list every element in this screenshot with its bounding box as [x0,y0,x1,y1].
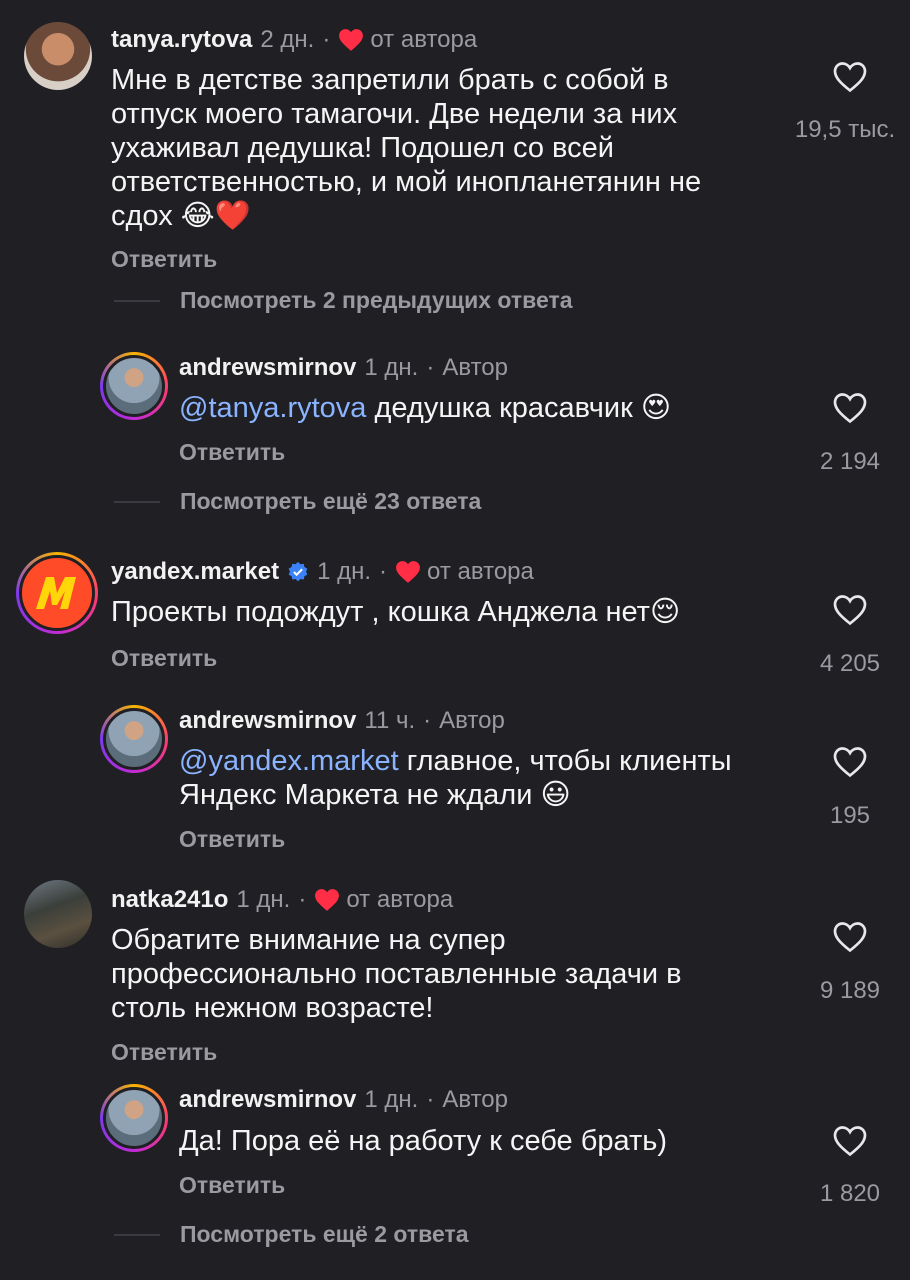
heart-outline-icon[interactable] [832,920,868,954]
comment-meta: yandex.market 1 дн. · от автора [111,558,534,586]
author-like-tag: от автора [346,886,454,913]
comment-body: дедушка красавчик 😍 [366,392,672,424]
reply-button[interactable]: Ответить [111,246,217,273]
like-control[interactable] [810,920,890,959]
comment-text: Обратите внимание на супер профессиональ… [111,924,682,1024]
divider-line [114,500,160,503]
verified-badge-icon [288,561,308,582]
comment-text: Да! Пора её на работу к себе брать) [179,1125,668,1157]
avatar-andrewsmirnov[interactable] [100,352,168,420]
timestamp: 1 дн. [236,886,291,913]
view-replies-label[interactable]: Посмотреть ещё 23 ответа [180,488,481,515]
like-count: 19,5 тыс. [794,116,896,143]
username[interactable]: andrewsmirnov [179,1086,356,1114]
view-replies-button[interactable]: Посмотреть ещё 2 ответа [114,1221,469,1248]
heart-filled-icon [396,561,420,583]
avatar-andrewsmirnov[interactable] [100,1084,168,1152]
separator: · [379,558,388,585]
like-count: 4 205 [819,650,881,677]
username[interactable]: natka241o [111,886,228,914]
heart-outline-icon[interactable] [832,60,868,94]
avatar-yandex-market[interactable] [16,552,98,634]
heart-filled-icon [339,29,364,51]
avatar-natka[interactable] [24,880,92,948]
username[interactable]: tanya.rytova [111,26,252,54]
author-like-tag: от автора [427,558,534,585]
mention-link[interactable]: @yandex.market [179,745,399,777]
separator: · [322,26,331,53]
timestamp: 1 дн. [317,558,372,585]
divider-line [114,299,160,302]
view-replies-label[interactable]: Посмотреть ещё 2 ответа [180,1221,469,1248]
username[interactable]: andrewsmirnov [179,707,356,735]
author-tag: Автор [442,354,508,381]
like-count: 1 820 [819,1180,881,1207]
like-count-wrap: 2 194 [810,448,890,476]
avatar-tanya[interactable] [24,22,92,90]
like-count-wrap: 1 820 [810,1180,890,1208]
username[interactable]: yandex.market [111,558,279,586]
like-control[interactable] [810,391,890,430]
avatar-andrewsmirnov[interactable] [100,705,168,773]
like-control[interactable] [810,593,890,632]
reply-button[interactable]: Ответить [179,1172,285,1199]
divider-line [114,1233,160,1236]
reply-button[interactable]: Ответить [111,645,217,672]
separator: · [423,707,432,734]
like-count: 2 194 [819,448,881,475]
like-count-wrap: 195 [810,802,890,830]
like-count-wrap: 4 205 [810,650,890,678]
like-count-wrap: 19,5 тыс. [780,116,910,144]
comment-text: @yandex.market главное, чтобы клиенты Ян… [179,744,779,812]
timestamp: 1 дн. [364,354,419,381]
separator: · [426,1086,435,1113]
heart-outline-icon[interactable] [832,1124,868,1158]
view-replies-label[interactable]: Посмотреть 2 предыдущих ответа [180,287,573,314]
view-replies-button[interactable]: Посмотреть ещё 23 ответа [114,488,481,515]
reply-button[interactable]: Ответить [111,1039,217,1066]
timestamp: 2 дн. [260,26,315,53]
comment-meta: andrewsmirnov 1 дн. · Автор [179,1086,508,1114]
timestamp: 1 дн. [364,1086,419,1113]
mention-link[interactable]: @tanya.rytova [179,392,366,424]
comment-text: Проекты подождут , кошка Анджела нет😌 [111,596,681,628]
reply-button[interactable]: Ответить [179,826,285,853]
heart-outline-icon[interactable] [832,593,868,627]
separator: · [426,354,435,381]
like-control[interactable] [810,60,890,99]
heart-outline-icon[interactable] [832,391,868,425]
comment-text: @tanya.rytova дедушка красавчик 😍 [179,391,779,425]
author-like-tag: от автора [370,26,478,53]
like-count: 195 [829,802,871,829]
reply-button[interactable]: Ответить [179,439,285,466]
comment-meta: andrewsmirnov 11 ч. · Автор [179,707,505,735]
comment-meta: andrewsmirnov 1 дн. · Автор [179,354,508,382]
username[interactable]: andrewsmirnov [179,354,356,382]
timestamp: 11 ч. [364,707,416,734]
yandex-market-logo-icon [36,577,76,609]
like-control[interactable] [810,745,890,784]
like-count-wrap: 9 189 [810,977,890,1005]
author-tag: Автор [442,1086,508,1113]
comment-meta: tanya.rytova 2 дн. · от автора [111,26,477,54]
view-replies-button[interactable]: Посмотреть 2 предыдущих ответа [114,287,573,314]
like-count: 9 189 [819,977,881,1004]
comment-text: Мне в детстве запретили брать с собой в … [111,64,702,232]
author-tag: Автор [439,707,505,734]
separator: · [298,886,307,913]
like-control[interactable] [810,1124,890,1163]
heart-filled-icon [315,889,340,911]
heart-outline-icon[interactable] [832,745,868,779]
comment-meta: natka241o 1 дн. · от автора [111,886,453,914]
